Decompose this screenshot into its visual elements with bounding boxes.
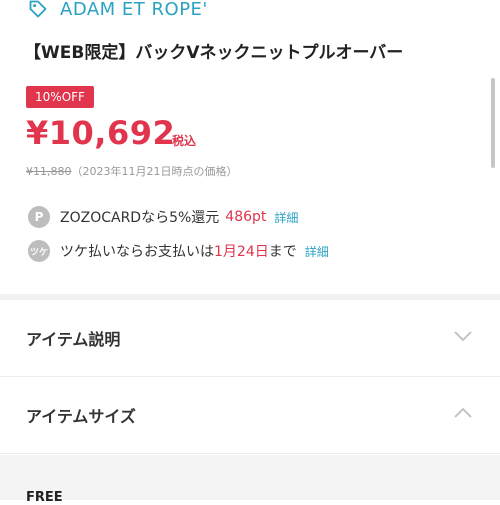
tag-icon <box>29 0 47 18</box>
points-value: 486pt <box>225 209 267 225</box>
zozocard-text: ZOZOCARDなら5%還元 <box>60 210 220 226</box>
brand-name[interactable]: ADAM ET ROPE' <box>60 0 208 20</box>
sale-price: ¥10,692 <box>26 114 176 152</box>
chevron-up-icon <box>454 407 472 418</box>
original-price: ¥11,880 <box>26 165 72 178</box>
chevron-down-icon <box>454 331 472 342</box>
points-detail-link[interactable]: 詳細 <box>274 209 298 226</box>
zozocard-points-row: P ZOZOCARDなら5%還元 486pt 詳細 <box>28 206 298 228</box>
brand-header[interactable]: ADAM ET ROPE' <box>28 0 208 24</box>
tsuke-icon: ツケ <box>28 240 50 262</box>
accordion-item-size[interactable]: アイテムサイズ <box>0 377 500 454</box>
tax-label: 税込 <box>172 134 197 148</box>
tsuke-text-before: ツケ払いならお支払いは <box>60 244 214 260</box>
tsuke-text-after: まで <box>268 244 297 260</box>
accordion-label: アイテム説明 <box>26 330 121 349</box>
scrollbar-thumb[interactable] <box>491 78 495 168</box>
original-price-line: ¥11,880（2023年11月21日時点の価格） <box>26 163 238 179</box>
tsuke-detail-link[interactable]: 詳細 <box>305 243 329 260</box>
point-icon: P <box>28 206 50 228</box>
size-table-area <box>0 455 500 500</box>
tsuke-date: 1月24日 <box>214 244 269 260</box>
product-title: 【WEB限定】バックVネックニットプルオーバー <box>24 43 404 63</box>
accordion-label: アイテムサイズ <box>26 407 136 426</box>
size-row-label: FREE <box>26 490 63 505</box>
accordion-item-description[interactable]: アイテム説明 <box>0 300 500 377</box>
price-note: （2023年11月21日時点の価格） <box>71 165 238 178</box>
discount-badge: 10%OFF <box>26 86 94 108</box>
tsuke-payment-row: ツケ ツケ払いならお支払いは 1月24日 まで 詳細 <box>28 240 329 262</box>
